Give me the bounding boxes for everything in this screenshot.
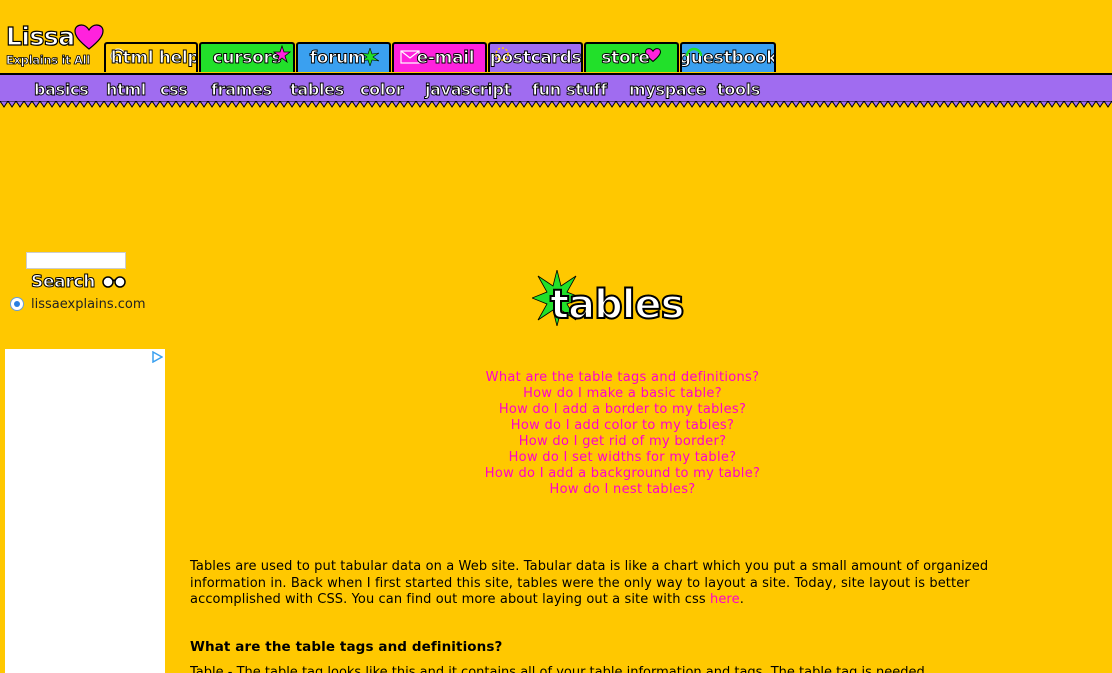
section-text: Table - The table tag looks like this an…	[190, 665, 929, 673]
subnav-tools[interactable]: tools	[717, 80, 761, 100]
logo-tagline: Explains it All	[6, 53, 91, 68]
heart-icon	[74, 24, 104, 50]
sub-navigation: basics html css frames tables color java…	[0, 73, 1112, 103]
subnav-basics[interactable]: basics	[34, 80, 90, 100]
adchoices-icon[interactable]	[151, 351, 163, 363]
search-button[interactable]: Search	[30, 272, 127, 293]
subnav-frames[interactable]: frames	[211, 80, 273, 100]
tab-postcards[interactable]: postcards	[488, 42, 583, 72]
question-link[interactable]: How do I add color to my tables?	[370, 418, 875, 434]
question-list: What are the table tags and definitions?…	[370, 370, 875, 498]
site-search-label: lissaexplains.com	[31, 297, 146, 312]
question-link[interactable]: How do I get rid of my border?	[370, 434, 875, 450]
tab-forum[interactable]: forum	[296, 42, 391, 72]
logo-name: Lissa	[5, 21, 75, 51]
advertisement[interactable]	[5, 349, 165, 673]
subnav-fun-stuff[interactable]: fun stuff	[532, 80, 608, 100]
tab-store[interactable]: store	[584, 42, 679, 72]
intro-end: .	[739, 592, 744, 607]
intro-paragraph: Tables are used to put tabular data on a…	[190, 559, 1030, 609]
site-logo[interactable]: Lissa Explains it All	[4, 21, 104, 72]
page-title-text: tables	[549, 281, 685, 329]
tab-label: cursors	[212, 48, 282, 69]
tab-label: forum	[309, 48, 366, 69]
tab-guestbook[interactable]: guestbook	[680, 42, 776, 72]
site-search-radio[interactable]	[10, 297, 24, 311]
search-input[interactable]	[26, 252, 126, 269]
tab-label: html help	[110, 48, 198, 69]
subnav-myspace[interactable]: myspace	[629, 80, 707, 100]
subnav-html[interactable]: html	[106, 80, 147, 100]
tab-cursors[interactable]: cursors	[199, 42, 295, 72]
question-link[interactable]: How do I nest tables?	[370, 482, 875, 498]
question-link[interactable]: How do I add a background to my table?	[370, 466, 875, 482]
tab-label: e-mail	[416, 48, 475, 69]
tab-html-help[interactable]: html help	[104, 42, 198, 72]
glasses-icon	[101, 276, 126, 288]
page: Lissa Explains it All html help cursors …	[0, 0, 1112, 673]
swirl-icon	[685, 47, 703, 57]
question-link[interactable]: How do I set widths for my table?	[370, 450, 875, 466]
subnav-tables[interactable]: tables	[290, 80, 345, 100]
section-heading: What are the table tags and definitions?	[190, 639, 503, 655]
tab-label: store	[601, 48, 651, 69]
intro-text: Tables are used to put tabular data on a…	[190, 559, 989, 607]
question-link[interactable]: How do I make a basic table?	[370, 386, 875, 402]
zigzag-border	[0, 101, 1112, 108]
subnav-color[interactable]: color	[360, 80, 405, 100]
page-title: tables	[530, 268, 710, 338]
search-button-label: Search	[30, 272, 96, 293]
star-icon	[273, 45, 291, 63]
question-link[interactable]: What are the table tags and definitions?	[370, 370, 875, 386]
css-link[interactable]: here	[710, 592, 740, 607]
tab-e-mail[interactable]: e-mail	[392, 42, 487, 72]
subnav-javascript[interactable]: javascript	[425, 80, 512, 100]
sparkle-icon	[495, 47, 509, 61]
question-link[interactable]: How do I add a border to my tables?	[370, 402, 875, 418]
subnav-css[interactable]: css	[160, 80, 189, 100]
